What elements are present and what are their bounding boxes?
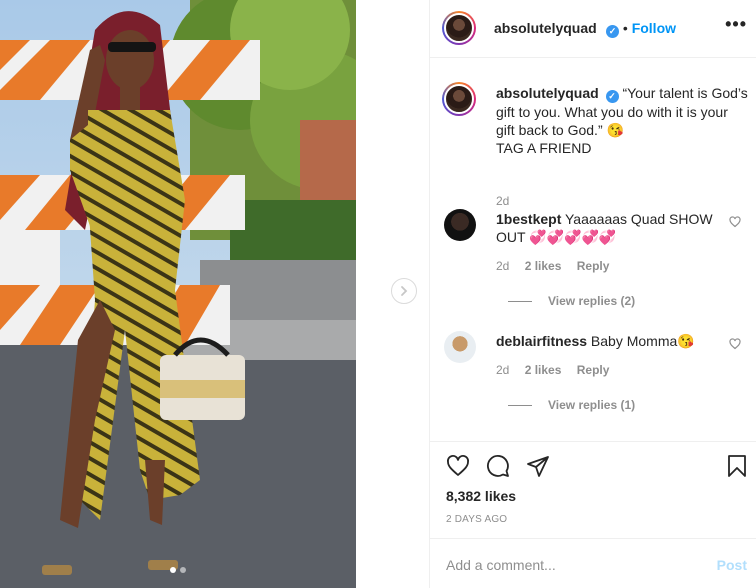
carousel-dot-active (170, 567, 176, 573)
caption-text-block: absolutelyquad ✓ “Your talent is God’s g… (496, 84, 748, 157)
comment-text: Baby Momma😘 (590, 333, 695, 349)
comment-text-block: deblairfitness Baby Momma😘 (496, 332, 718, 350)
verified-badge-icon: ✓ (605, 90, 619, 103)
comment-text-block: 1bestkept Yaaaaaas Quad SHOW OUT 💞💞💞💞💞 (496, 210, 718, 246)
view-replies-button[interactable]: View replies (2) (496, 294, 635, 308)
caption-age[interactable]: 2d (496, 194, 509, 208)
comment-likes[interactable]: 2 likes (525, 363, 562, 377)
post-image (0, 0, 356, 588)
comment-meta: 2d 2 likes Reply (496, 363, 621, 377)
view-replies-label: View replies (1) (548, 398, 636, 412)
bookmark-icon[interactable] (725, 454, 749, 478)
verified-badge-icon: ✓ (606, 25, 619, 38)
reply-button[interactable]: Reply (577, 363, 610, 377)
comment-like-heart-icon[interactable] (729, 216, 741, 228)
carousel-dot (180, 567, 186, 573)
post-photo[interactable] (0, 0, 356, 588)
comments-list[interactable]: absolutelyquad ✓ “Your talent is God’s g… (430, 59, 756, 441)
post-actions: 8,382 likes 2 DAYS AGO (430, 441, 756, 538)
follow-button[interactable]: Follow (632, 20, 676, 36)
author-avatar[interactable] (442, 11, 476, 45)
caption-avatar[interactable] (442, 82, 476, 116)
more-options-icon[interactable]: ••• (725, 14, 747, 35)
caption-username[interactable]: absolutelyquad (496, 85, 599, 101)
post-header: absolutelyquad ✓ • Follow ••• (430, 0, 756, 58)
reply-button[interactable]: Reply (577, 259, 610, 273)
comment-composer: Add a comment... Post (430, 538, 756, 588)
post-date[interactable]: 2 DAYS AGO (446, 514, 507, 525)
caption-tag: TAG A FRIEND (496, 140, 592, 156)
paper-plane-icon[interactable] (526, 454, 550, 478)
view-replies-button[interactable]: View replies (1) (496, 398, 635, 412)
view-replies-label: View replies (2) (548, 294, 636, 308)
comment-username[interactable]: deblairfitness (496, 333, 587, 349)
heart-icon[interactable] (446, 454, 470, 478)
comment-meta: 2d 2 likes Reply (496, 259, 621, 273)
carousel-dots (0, 560, 356, 576)
post-comment-button[interactable]: Post (717, 557, 747, 573)
dot-separator: • (622, 20, 628, 36)
comment-like-heart-icon[interactable] (729, 338, 741, 350)
commenter-avatar[interactable] (444, 331, 476, 363)
author-username[interactable]: absolutelyquad (494, 20, 597, 36)
comment-icon[interactable] (486, 454, 510, 478)
comment-age[interactable]: 2d (496, 363, 509, 377)
comment-likes[interactable]: 2 likes (525, 259, 562, 273)
header-meta: ✓ • Follow (603, 20, 676, 38)
comment-input[interactable]: Add a comment... (446, 557, 556, 573)
post-details-panel: absolutelyquad ✓ • Follow ••• absolutely… (429, 0, 756, 588)
chevron-right-icon (401, 286, 408, 296)
comment-username[interactable]: 1bestkept (496, 211, 561, 227)
next-slide-button[interactable] (391, 278, 417, 304)
comment-age[interactable]: 2d (496, 259, 509, 273)
commenter-avatar[interactable] (444, 209, 476, 241)
like-count[interactable]: 8,382 likes (446, 488, 516, 504)
